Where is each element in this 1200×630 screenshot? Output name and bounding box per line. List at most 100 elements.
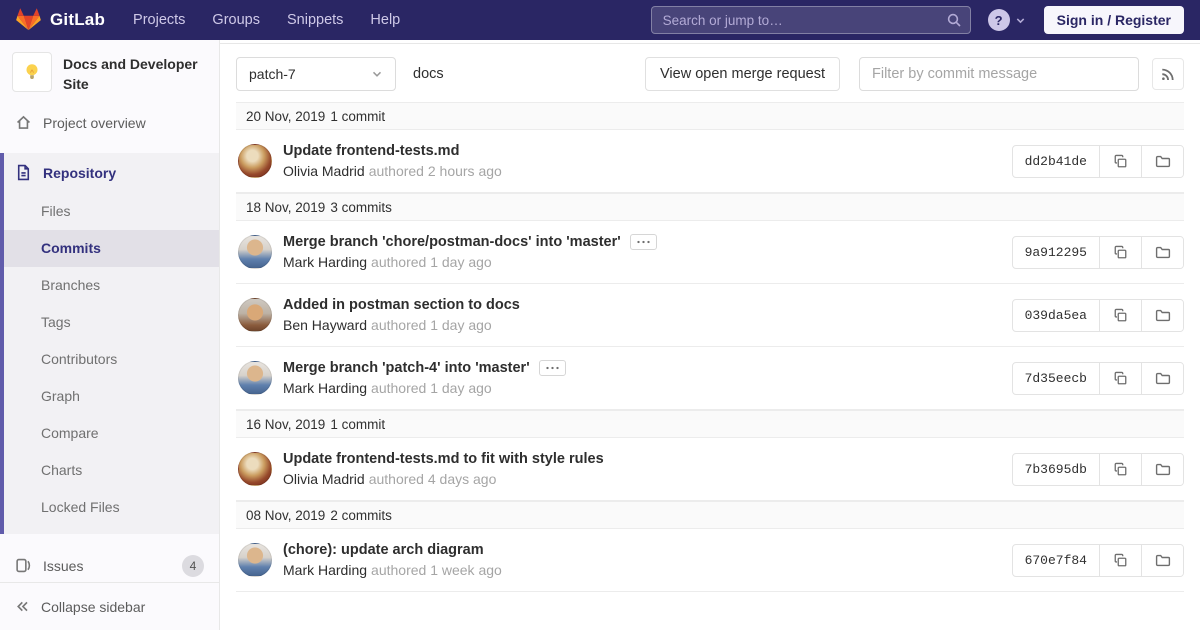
commit-sha-link[interactable]: 9a912295 [1013, 237, 1099, 268]
copy-sha-button[interactable] [1099, 363, 1141, 394]
help-icon: ? [988, 9, 1010, 31]
global-search [651, 6, 971, 34]
commit-title-link[interactable]: Added in postman section to docs [283, 297, 520, 313]
project-context-header[interactable]: Docs and Developer Site [0, 40, 219, 103]
sidebar-subitem[interactable]: Contributors [4, 341, 219, 378]
commit-author-link[interactable]: Mark Harding [283, 380, 367, 396]
commit-date: 18 Nov, 2019 [246, 200, 325, 215]
browse-files-button[interactable] [1141, 545, 1183, 576]
sign-in-button[interactable]: Sign in / Register [1044, 6, 1184, 34]
browse-files-button[interactable] [1141, 454, 1183, 485]
commit-sha-link[interactable]: 7b3695db [1013, 454, 1099, 485]
commit-author-avatar[interactable] [238, 361, 272, 395]
commit-sha-link[interactable]: 7d35eecb [1013, 363, 1099, 394]
help-menu[interactable]: ? [988, 9, 1026, 31]
commit-time: authored 4 days ago [369, 471, 497, 487]
copy-sha-button[interactable] [1099, 454, 1141, 485]
top-navbar: GitLab Projects Groups Snippets Help ? S… [0, 0, 1200, 40]
chevron-down-icon [371, 68, 383, 80]
navbar-link[interactable]: Help [370, 12, 400, 28]
copy-sha-button[interactable] [1099, 237, 1141, 268]
sidebar-subitem[interactable]: Branches [4, 267, 219, 304]
sidebar-subitem[interactable]: Compare [4, 415, 219, 452]
sidebar-item-issues[interactable]: Issues 4 [0, 546, 219, 586]
commit-date-header: 18 Nov, 2019 3 commits [236, 193, 1184, 221]
commit-count: 1 commit [330, 109, 385, 124]
commit-date-group: 08 Nov, 2019 2 commits (chore): update a… [236, 501, 1184, 592]
sidebar-subitem[interactable]: Commits [4, 230, 219, 267]
commit-author-avatar[interactable] [238, 543, 272, 577]
commit-row: (chore): update arch diagram Mark Hardin… [236, 529, 1184, 592]
commit-author-link[interactable]: Ben Hayward [283, 317, 367, 333]
copy-sha-button[interactable] [1099, 545, 1141, 576]
ellipsis-icon [545, 366, 560, 370]
nav-links: Projects Groups Snippets Help [133, 12, 400, 28]
gitlab-logo[interactable]: GitLab [16, 7, 105, 34]
commit-sha-group: 039da5ea [1012, 299, 1184, 332]
sidebar-subitem[interactable]: Tags [4, 304, 219, 341]
branch-name: patch-7 [249, 66, 296, 82]
collapse-sidebar-label: Collapse sidebar [41, 599, 145, 615]
commit-author-link[interactable]: Olivia Madrid [283, 471, 365, 487]
double-chevron-left-icon [15, 599, 30, 614]
commit-author-avatar[interactable] [238, 144, 272, 178]
copy-icon [1113, 308, 1128, 323]
document-icon [15, 164, 32, 181]
commit-title-link[interactable]: (chore): update arch diagram [283, 542, 484, 558]
search-input[interactable] [651, 6, 971, 34]
commit-author-link[interactable]: Mark Harding [283, 254, 367, 270]
commit-title-link[interactable]: Update frontend-tests.md to fit with sty… [283, 451, 604, 467]
commit-title-link[interactable]: Merge branch 'chore/postman-docs' into '… [283, 234, 621, 250]
commit-sha-group: dd2b41de [1012, 145, 1184, 178]
commits-feed-button[interactable] [1152, 58, 1184, 90]
navbar-link[interactable]: Projects [133, 12, 185, 28]
sidebar-subitem[interactable]: Graph [4, 378, 219, 415]
sidebar-subitem[interactable]: Charts [4, 452, 219, 489]
collapse-sidebar-button[interactable]: Collapse sidebar [0, 582, 219, 630]
browse-files-button[interactable] [1141, 237, 1183, 268]
commit-date-group: 20 Nov, 2019 1 commit Update frontend-te… [236, 102, 1184, 193]
copy-sha-button[interactable] [1099, 146, 1141, 177]
view-open-merge-request-button[interactable]: View open merge request [645, 57, 840, 91]
browse-files-button[interactable] [1141, 300, 1183, 331]
commit-description-toggle[interactable] [539, 360, 566, 376]
sidebar-item-project-overview[interactable]: Project overview [0, 103, 219, 143]
commit-author-avatar[interactable] [238, 235, 272, 269]
commit-title-link[interactable]: Update frontend-tests.md [283, 143, 459, 159]
folder-icon [1155, 153, 1171, 169]
browse-files-button[interactable] [1141, 146, 1183, 177]
commit-sha-link[interactable]: 670e7f84 [1013, 545, 1099, 576]
folder-icon [1155, 307, 1171, 323]
sidebar-subitem[interactable]: Locked Files [4, 489, 219, 526]
commit-title-link[interactable]: Merge branch 'patch-4' into 'master' [283, 360, 530, 376]
sidebar-subitem[interactable]: Files [4, 193, 219, 230]
commit-time: authored 1 day ago [371, 380, 492, 396]
commit-description-toggle[interactable] [630, 234, 657, 250]
repository-subnav: Files Commits Branches Tags Contributors… [4, 193, 219, 534]
commit-filter-input[interactable] [859, 57, 1139, 91]
commit-date-group: 16 Nov, 2019 1 commit Update frontend-te… [236, 410, 1184, 501]
commit-author-link[interactable]: Mark Harding [283, 562, 367, 578]
issues-icon [15, 557, 32, 574]
copy-sha-button[interactable] [1099, 300, 1141, 331]
commits-toolbar: patch-7 docs View open merge request [220, 44, 1200, 102]
sidebar-item-repository[interactable]: Repository [4, 153, 219, 193]
navbar-link[interactable]: Snippets [287, 12, 343, 28]
commit-date-header: 16 Nov, 2019 1 commit [236, 410, 1184, 438]
sidebar-item-label: Repository [43, 165, 116, 181]
commit-list: Merge branch 'chore/postman-docs' into '… [236, 221, 1184, 410]
commit-author-link[interactable]: Olivia Madrid [283, 163, 365, 179]
navbar-link[interactable]: Groups [212, 12, 260, 28]
commit-sha-link[interactable]: dd2b41de [1013, 146, 1099, 177]
commit-sha-group: 670e7f84 [1012, 544, 1184, 577]
commit-author-avatar[interactable] [238, 452, 272, 486]
commit-sha-link[interactable]: 039da5ea [1013, 300, 1099, 331]
commit-author-avatar[interactable] [238, 298, 272, 332]
commit-date: 20 Nov, 2019 [246, 109, 325, 124]
commit-row: Merge branch 'chore/postman-docs' into '… [236, 221, 1184, 284]
home-icon [15, 114, 32, 131]
branch-selector[interactable]: patch-7 [236, 57, 396, 91]
search-icon[interactable] [946, 12, 962, 31]
commit-sha-group: 7b3695db [1012, 453, 1184, 486]
browse-files-button[interactable] [1141, 363, 1183, 394]
